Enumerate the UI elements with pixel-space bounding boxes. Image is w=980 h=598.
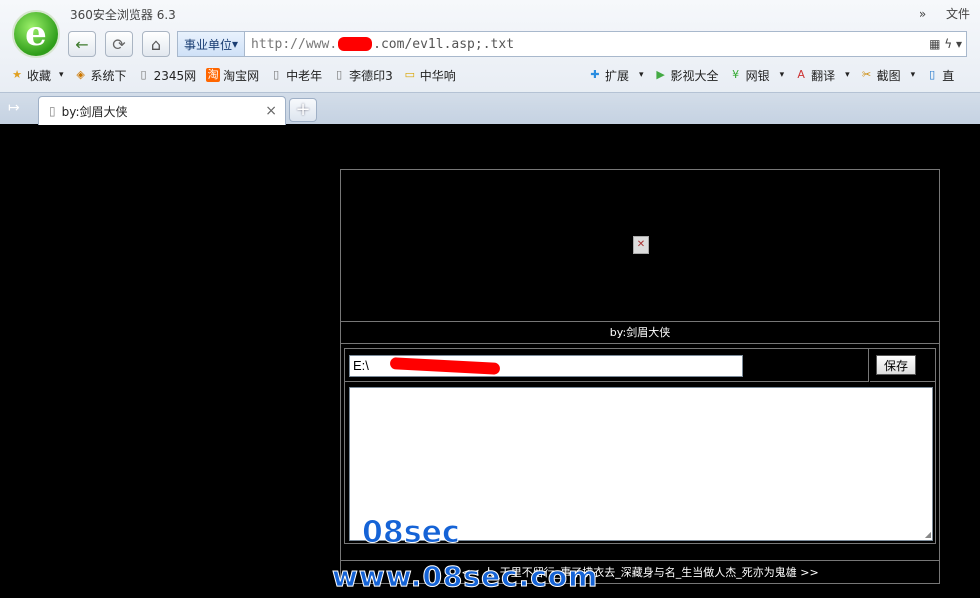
bookmark-item[interactable]: ★ 收藏 ▾ bbox=[10, 67, 64, 84]
chevron-down-icon: ▾ bbox=[910, 70, 916, 80]
home-icon: ⌂ bbox=[150, 34, 162, 54]
browser-logo: e bbox=[12, 10, 60, 58]
chevron-down-icon: ▾ bbox=[845, 70, 850, 80]
save-button[interactable]: 保存 bbox=[876, 355, 916, 375]
bookmark-label: 收藏 bbox=[27, 68, 52, 83]
tool-label: 翻译 bbox=[811, 68, 836, 83]
translate-button[interactable]: A 翻译 ▾ bbox=[794, 67, 850, 84]
image-area: ✕ bbox=[341, 170, 939, 322]
tab-label: by:剑眉大侠 bbox=[61, 104, 128, 119]
window-title: 360安全浏览器 6.3 bbox=[70, 8, 176, 22]
redaction-mark bbox=[338, 37, 373, 51]
refresh-button[interactable]: ⟳ bbox=[105, 31, 133, 57]
page-icon: ▯ bbox=[336, 68, 343, 81]
direct-button[interactable]: ▯ 直 bbox=[925, 67, 954, 84]
page-icon: ▯ bbox=[49, 104, 56, 118]
file-path-input[interactable]: E:\ dama.asp bbox=[349, 355, 743, 377]
bookmark-item[interactable]: ▯ 李德印3 bbox=[332, 67, 393, 84]
resize-grip-icon[interactable]: ◢ bbox=[925, 530, 931, 539]
video-button[interactable]: ▶ 影视大全 bbox=[654, 67, 719, 84]
bookmark-item[interactable]: ▭ 中华响 bbox=[403, 67, 456, 84]
path-cell: E:\ dama.asp bbox=[345, 349, 869, 382]
page-icon: ▯ bbox=[929, 68, 936, 81]
page-icon: ▯ bbox=[140, 68, 147, 81]
address-bar[interactable]: 事业单位 ▾ http://www. .com/ev1l.asp;.txt ▦ … bbox=[177, 31, 967, 57]
home-button[interactable]: ⌂ bbox=[142, 31, 170, 57]
video-icon: ▶ bbox=[656, 68, 665, 81]
address-tool-icons[interactable]: ▦ ϟ ▾ bbox=[929, 37, 966, 51]
address-category-label: 事业单位 bbox=[184, 37, 233, 52]
taobao-icon: 淘 bbox=[206, 68, 221, 82]
window-menu: » 文件 bbox=[903, 5, 970, 22]
save-cell: 保存 bbox=[870, 349, 936, 382]
chevron-down-icon: ▾ bbox=[639, 70, 644, 80]
bookmark-item[interactable]: 淘淘宝网 bbox=[206, 67, 259, 84]
scissors-icon: ✂ bbox=[862, 68, 872, 81]
banking-button[interactable]: ¥ 网银 ▾ bbox=[729, 67, 785, 84]
watermark-url: www.08sec.com bbox=[331, 560, 599, 594]
bookmark-label: 2345网 bbox=[153, 68, 197, 83]
tool-label: 影视大全 bbox=[670, 68, 719, 83]
arrow-left-icon: ← bbox=[75, 34, 89, 54]
bookmark-label: 中老年 bbox=[286, 68, 323, 83]
sidebar-toggle-icon[interactable]: ↦ bbox=[8, 100, 20, 116]
bank-icon: ¥ bbox=[732, 68, 740, 81]
extension-icon: ✚ bbox=[590, 68, 600, 81]
screenshot-button[interactable]: ✂ 截图 ▾ bbox=[860, 67, 916, 84]
chevron-down-icon: ▾ bbox=[232, 37, 239, 51]
back-button[interactable]: ← bbox=[68, 31, 96, 57]
url-prefix: http://www. bbox=[251, 36, 338, 52]
bookmark-item[interactable]: ▯ 2345网 bbox=[137, 67, 197, 84]
menu-arrow-icon[interactable]: » bbox=[919, 7, 926, 21]
extensions-button[interactable]: ✚ 扩展 ▾ bbox=[588, 67, 644, 84]
tab-bar: ↦ ▯ by:剑眉大侠 × + bbox=[0, 92, 980, 125]
page-caption: by:剑眉大侠 bbox=[341, 322, 939, 344]
bookmark-label: 淘宝网 bbox=[223, 68, 260, 83]
system-icon: ◈ bbox=[76, 68, 85, 81]
page-icon: ▯ bbox=[273, 68, 280, 81]
bookmark-label: 中华响 bbox=[419, 68, 456, 83]
translate-icon: A bbox=[797, 68, 805, 81]
chevron-down-icon: ▾ bbox=[779, 70, 785, 80]
tool-label: 网银 bbox=[745, 68, 770, 83]
toolbar-extensions: ✚ 扩展 ▾ ▶ 影视大全 ¥ 网银 ▾ A 翻译 ▾ ✂ 截图 ▾ ▯ 直 bbox=[578, 62, 954, 88]
url-text[interactable]: http://www. .com/ev1l.asp;.txt bbox=[245, 37, 514, 52]
tool-label: 直 bbox=[942, 68, 955, 83]
watermark-logo: 08sec bbox=[362, 515, 461, 551]
file-menu[interactable]: 文件 bbox=[946, 7, 970, 21]
folder-icon: ▭ bbox=[404, 68, 415, 81]
tab-active[interactable]: ▯ by:剑眉大侠 × bbox=[38, 96, 286, 125]
chevron-down-icon: ▾ bbox=[59, 70, 64, 80]
bookmark-item[interactable]: ◈ 系统下 bbox=[74, 67, 127, 84]
bookmark-label: 李德印3 bbox=[349, 68, 393, 83]
close-icon[interactable]: × bbox=[265, 103, 277, 119]
bookmark-label: 系统下 bbox=[90, 68, 127, 83]
refresh-icon: ⟳ bbox=[112, 34, 126, 54]
tool-label: 扩展 bbox=[605, 68, 630, 83]
tool-label: 截图 bbox=[876, 68, 901, 83]
new-tab-button[interactable]: + bbox=[289, 98, 317, 122]
browser-chrome: e 360安全浏览器 6.3 » 文件 ← ⟳ ⌂ 事业单位 ▾ http://… bbox=[0, 0, 980, 125]
star-icon: ★ bbox=[12, 68, 22, 81]
url-suffix: .com/ev1l.asp;.txt bbox=[373, 36, 515, 52]
bookmark-item[interactable]: ▯ 中老年 bbox=[269, 67, 322, 84]
address-category-dropdown[interactable]: 事业单位 ▾ bbox=[178, 32, 246, 56]
broken-image-icon: ✕ bbox=[633, 236, 649, 254]
